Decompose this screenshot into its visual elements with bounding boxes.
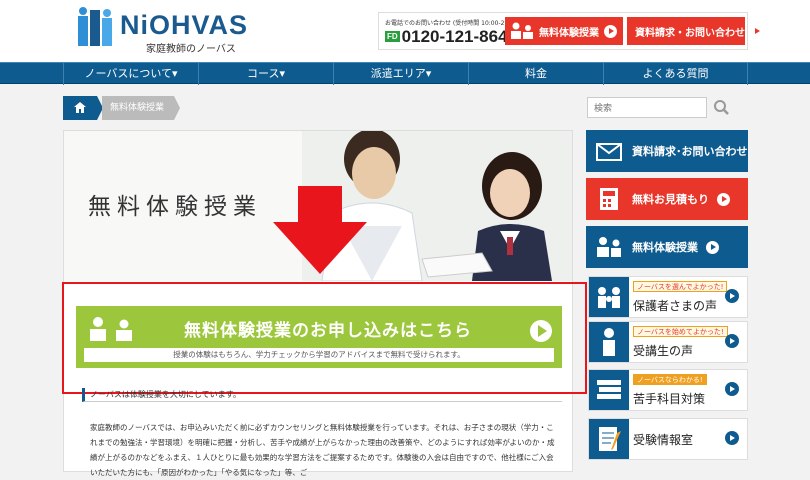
hero-title: 無料体験授業 — [88, 194, 262, 219]
notebook-pen-icon — [589, 419, 629, 459]
trial-apply-button[interactable]: 無料体験授業のお申し込みはこちら 授業の体験はもちろん、学力チェックから学習のア… — [76, 306, 562, 368]
arrow-right-icon — [717, 192, 730, 206]
breadcrumb-home[interactable] — [63, 96, 103, 120]
logo-mark-icon — [78, 7, 112, 46]
phone-number-text: 0120-121-864 — [401, 27, 508, 46]
sidebar-contact-label: 資料請求･お問い合わせ — [632, 145, 748, 158]
teacher-student-icon — [90, 317, 132, 341]
voice-label: 保護者さまの声 — [633, 299, 718, 313]
nav-item-about[interactable]: ノーバスについて▾ — [63, 63, 198, 85]
mail-icon — [596, 143, 622, 161]
voice-tag: ノーバスならわかる! — [633, 374, 707, 385]
body-paragraph: 家庭教師のノーバスでは、お申込みいただく前に必ずカウンセリングと無料体験授業を行… — [90, 423, 555, 477]
search-icon — [714, 100, 729, 115]
sidebar-weak-subjects[interactable]: ノーバスならわかる! 苦手科目対策 — [588, 369, 748, 411]
phone-number[interactable]: FD 0120-121-864 — [385, 27, 508, 47]
sidebar-trial-label: 無料体験授業 — [632, 241, 698, 254]
calculator-icon — [600, 188, 618, 210]
home-icon — [74, 102, 86, 113]
site-logo[interactable]: NiOHVAS 家庭教師のノーバス — [76, 6, 266, 55]
sidebar-trial-button[interactable]: 無料体験授業 — [586, 226, 748, 268]
sidebar-estimate-button[interactable]: 無料お見積もり — [586, 178, 748, 220]
search-button[interactable] — [707, 97, 737, 118]
section-heading: ノーバスは体験授業を大切にしています。 — [82, 388, 562, 402]
arrow-right-icon — [725, 289, 739, 303]
phone-contact-box: お電話でのお問い合わせ (受付時間 10:00-21:00) FD 0120-12… — [378, 12, 760, 50]
arrow-right-icon — [604, 24, 617, 38]
arrow-right-icon — [725, 382, 739, 396]
nav-item-faq[interactable]: よくある質問 — [603, 63, 748, 85]
header-contact-label: 資料請求・お問い合わせ — [635, 27, 745, 39]
play-arrow-icon — [530, 320, 552, 342]
search-input[interactable] — [587, 97, 707, 118]
voice-tag: ノーバスを選んでよかった! — [633, 281, 728, 292]
logo-text: NiOHVAS — [120, 10, 249, 40]
arrow-right-icon — [725, 431, 739, 445]
family-icon — [589, 277, 629, 317]
breadcrumb-current: 無料体験授業 — [102, 96, 180, 120]
nav-item-price[interactable]: 料金 — [468, 63, 603, 85]
nav-item-area[interactable]: 派遣エリア▾ — [333, 63, 468, 85]
sidebar-voice-parents[interactable]: ノーバスを選んでよかった! 保護者さまの声 — [588, 276, 748, 318]
freedial-icon: FD — [385, 31, 400, 42]
sidebar-contact-button[interactable]: 資料請求･お問い合わせ — [586, 130, 748, 172]
arrow-right-icon — [706, 240, 719, 254]
voice-tag: ノーバスを始めてよかった! — [633, 326, 728, 337]
sidebar-voice-students[interactable]: ノーバスを始めてよかった! 受講生の声 — [588, 321, 748, 363]
arrow-right-icon — [725, 334, 739, 348]
sidebar-exam-info[interactable]: 受験情報室 — [588, 418, 748, 460]
teacher-student-icon — [511, 22, 533, 39]
trial-apply-label: 無料体験授業のお申し込みはこちら — [184, 321, 472, 341]
highlight-arrow-down-icon — [273, 222, 367, 274]
sidebar-estimate-label: 無料お見積もり — [632, 193, 709, 206]
voice-label: 苦手科目対策 — [633, 392, 706, 406]
site-header: NiOHVAS 家庭教師のノーバス お電話でのお問い合わせ (受付時間 10:0… — [0, 0, 810, 62]
logo-subtitle: 家庭教師のノーバス — [146, 44, 236, 55]
student-icon — [589, 322, 629, 362]
header-contact-button[interactable]: 資料請求・お問い合わせ — [627, 17, 760, 45]
highlight-arrow-shaft — [298, 186, 342, 224]
phone-caption: お電話でのお問い合わせ (受付時間 10:00-21:00) — [385, 20, 521, 27]
header-trial-label: 無料体験授業 — [539, 27, 599, 39]
teacher-student-icon — [597, 237, 621, 257]
trial-apply-subtitle: 授業の体験はもちろん、学力チェックから学習のアドバイスまで無料で受けられます。 — [84, 348, 554, 362]
books-icon — [589, 370, 629, 410]
nav-item-course[interactable]: コース▾ — [198, 63, 333, 85]
header-trial-button[interactable]: 無料体験授業 — [505, 17, 623, 45]
voice-label: 受講生の声 — [633, 344, 694, 358]
voice-label: 受験情報室 — [633, 433, 694, 447]
main-nav: ノーバスについて▾ コース▾ 派遣エリア▾ 料金 よくある質問 — [0, 62, 810, 85]
